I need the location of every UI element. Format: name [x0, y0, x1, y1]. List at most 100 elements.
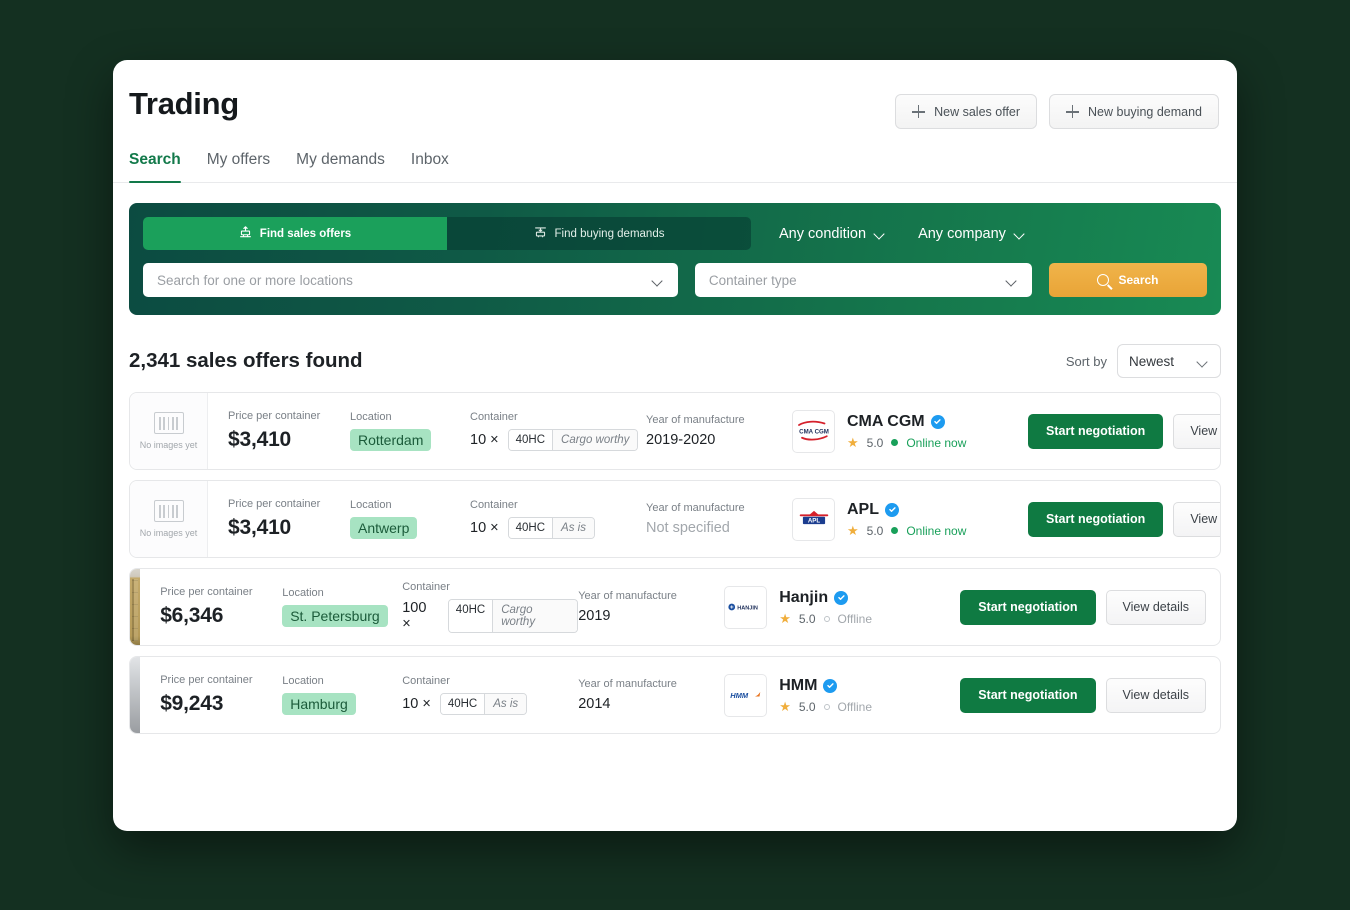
status-dot-icon: [823, 703, 830, 710]
search-panel: Find sales offers Find buying demands An…: [129, 203, 1221, 315]
container-spec-badge: 40HC As is: [507, 517, 595, 539]
segment-find-sales-offers[interactable]: Find sales offers: [143, 217, 447, 250]
row-actions: Start negotiation View details: [1028, 481, 1220, 557]
location-cell: Location St. Petersburg: [282, 587, 402, 627]
offer-thumbnail-photo[interactable]: [130, 569, 141, 645]
filter-any-company[interactable]: Any company: [918, 226, 1026, 242]
start-negotiation-button[interactable]: Start negotiation: [1028, 501, 1164, 537]
segment-find-buying-demands[interactable]: Find buying demands: [447, 217, 751, 250]
table-row[interactable]: No images yet Price per container $3,410…: [129, 392, 1221, 470]
search-panel-top-row: Find sales offers Find buying demands An…: [143, 217, 1207, 250]
app-window: Trading New sales offer New buying deman…: [113, 60, 1237, 831]
table-row[interactable]: Price per container $6,346 Location St. …: [129, 568, 1221, 646]
row-actions: Start negotiation View details: [960, 569, 1220, 645]
results-header: 2,341 sales offers found Sort by Newest: [113, 315, 1237, 378]
row-actions: Start negotiation View details: [960, 657, 1220, 733]
price-cell: Price per container $9,243: [160, 674, 282, 716]
container-spec-badge: 40HC As is: [439, 693, 528, 715]
no-images-label: No images yet: [139, 528, 198, 538]
container-quantity: 10 ×: [470, 520, 499, 536]
table-row[interactable]: No images yet Price per container $3,410…: [129, 480, 1221, 558]
company-name: CMA CGM: [847, 412, 925, 430]
location-placeholder: Search for one or more locations: [157, 272, 353, 288]
container-label: Container: [402, 581, 450, 593]
container-condition-badge: Cargo worthy: [553, 430, 638, 450]
view-details-button[interactable]: View details: [1173, 501, 1220, 537]
price-cell: Price per container $3,410: [228, 498, 350, 540]
container-cell: Container 10 × 40HC As is: [470, 499, 646, 539]
location-cell: Location Hamburg: [282, 675, 402, 715]
chevron-down-icon: [875, 230, 886, 237]
search-panel-bottom-row: Search for one or more locations Contain…: [143, 263, 1207, 297]
sort-select[interactable]: Newest: [1117, 344, 1221, 378]
price-value: $6,346: [160, 604, 224, 627]
view-details-button[interactable]: View details: [1105, 589, 1206, 625]
offer-thumbnail-placeholder: No images yet: [130, 393, 208, 469]
offer-thumbnail-photo[interactable]: [130, 657, 141, 733]
chevron-down-icon: [653, 277, 664, 284]
container-spec-badge: 40HC Cargo worthy: [447, 599, 579, 633]
year-cell: Year of manufacture Not specified: [646, 502, 792, 536]
location-label: Location: [350, 499, 392, 511]
sort-control: Sort by Newest: [1066, 344, 1221, 378]
container-spec-badge: 40HC Cargo worthy: [507, 429, 639, 451]
price-cell: Price per container $3,410: [228, 410, 350, 452]
status-dot-icon: [891, 527, 899, 534]
status-badge: Offline: [837, 699, 873, 714]
apl-logo: APL: [792, 497, 835, 541]
container-label: Container: [470, 411, 518, 423]
filter-any-condition[interactable]: Any condition: [779, 226, 886, 242]
svg-text:CMA CGM: CMA CGM: [799, 428, 829, 435]
location-chip: Hamburg: [282, 693, 356, 715]
year-value: 2019-2020: [646, 432, 716, 448]
container-type-select[interactable]: Container type: [694, 263, 1032, 297]
location-chip: Rotterdam: [350, 429, 432, 451]
price-label: Price per container: [228, 498, 321, 510]
start-negotiation-button[interactable]: Start negotiation: [960, 589, 1096, 625]
container-quantity: 10 ×: [402, 696, 431, 712]
location-label: Location: [350, 411, 392, 423]
hmm-logo: HMM: [724, 673, 768, 717]
results-list: No images yet Price per container $3,410…: [113, 378, 1237, 734]
location-chip: St. Petersburg: [282, 605, 388, 627]
tab-inbox[interactable]: Inbox: [411, 151, 449, 182]
sort-select-value: Newest: [1129, 353, 1175, 369]
tab-my-demands[interactable]: My demands: [296, 151, 385, 182]
star-icon: ★: [847, 435, 859, 450]
year-value: 2014: [578, 696, 611, 712]
container-icon: [153, 412, 184, 434]
company-rating: 5.0: [798, 699, 816, 714]
location-cell: Location Antwerp: [350, 499, 470, 539]
table-row[interactable]: Price per container $9,243 Location Hamb…: [129, 656, 1221, 734]
container-condition-badge: As is: [485, 694, 527, 714]
start-negotiation-button[interactable]: Start negotiation: [960, 677, 1096, 713]
price-label: Price per container: [160, 674, 253, 686]
header-actions: New sales offer New buying demand: [895, 86, 1219, 129]
company-rating: 5.0: [866, 523, 884, 538]
tab-my-offers[interactable]: My offers: [207, 151, 270, 182]
sort-by-label: Sort by: [1065, 353, 1107, 369]
company-cell: HMM HMM ★ 5.0 Offline: [724, 673, 960, 717]
container-type-placeholder: Container type: [708, 272, 797, 288]
view-details-button[interactable]: View details: [1105, 677, 1206, 713]
start-negotiation-button[interactable]: Start negotiation: [1028, 413, 1164, 449]
search-button[interactable]: Search: [1048, 263, 1207, 297]
company-cell: HANJIN Hanjin ★ 5.0 Offline: [724, 585, 960, 629]
verified-badge-icon: [885, 502, 899, 517]
view-details-button[interactable]: View details: [1173, 413, 1220, 449]
year-label: Year of manufacture: [578, 590, 677, 602]
new-sales-offer-button[interactable]: New sales offer: [895, 94, 1038, 129]
tab-search[interactable]: Search: [129, 151, 181, 183]
crane-up-icon: [239, 225, 252, 242]
main-tabs: Search My offers My demands Inbox: [113, 129, 1237, 183]
search-icon: [1097, 274, 1110, 286]
container-label: Container: [402, 675, 450, 687]
location-search-input[interactable]: Search for one or more locations: [143, 263, 678, 297]
location-label: Location: [282, 587, 324, 599]
year-label: Year of manufacture: [646, 502, 745, 514]
new-buying-demand-button[interactable]: New buying demand: [1049, 94, 1219, 129]
star-icon: ★: [779, 699, 791, 714]
company-rating: 5.0: [798, 611, 816, 626]
verified-badge-icon: [834, 590, 849, 605]
company-cell: CMA CGM CMA CGM ★ 5.0 Online now: [792, 409, 1028, 453]
